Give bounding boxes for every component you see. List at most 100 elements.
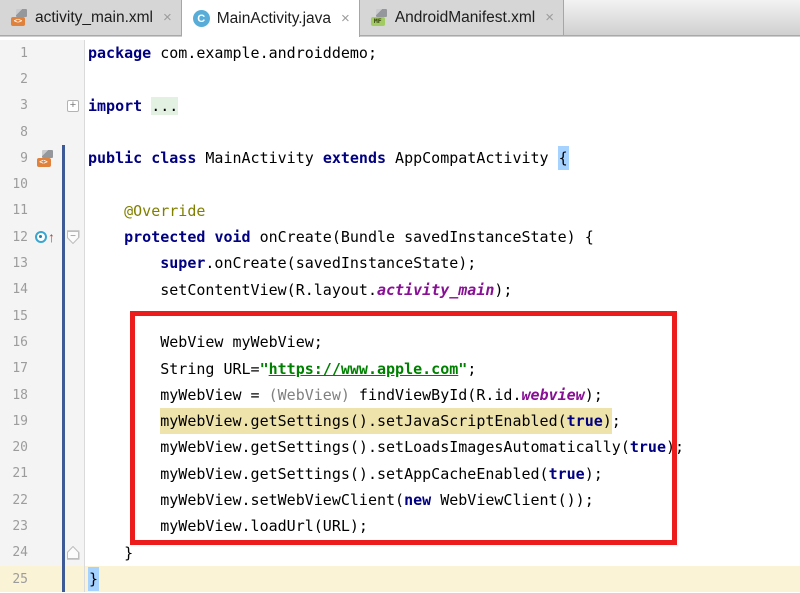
gutter: 1 bbox=[0, 40, 84, 67]
gutter-icon-slot: ↑ bbox=[28, 224, 62, 250]
fold-collapse-icon[interactable]: − bbox=[66, 230, 80, 245]
code-line-21: 21 myWebView.getSettings().setAppCacheEn… bbox=[0, 460, 800, 488]
code-line-18: 18 myWebView = (WebView) findViewById(R.… bbox=[0, 381, 800, 409]
vcs-modified-bar bbox=[62, 145, 65, 593]
line-number: 13 bbox=[12, 256, 28, 272]
fold-end-icon[interactable] bbox=[66, 545, 80, 560]
gutter: 18 bbox=[0, 381, 84, 409]
tab-label: activity_main.xml bbox=[35, 8, 153, 26]
code-text[interactable]: WebView myWebView; bbox=[84, 329, 323, 355]
code-text[interactable]: myWebView = (WebView) findViewById(R.id.… bbox=[84, 382, 603, 408]
code-segment: public bbox=[88, 149, 143, 168]
code-segment: protected bbox=[124, 228, 206, 247]
code-text[interactable]: package com.example.androiddemo; bbox=[84, 40, 377, 66]
gutter-icon-slot: <> bbox=[28, 145, 62, 171]
gutter: 14 bbox=[0, 276, 84, 303]
code-segment: myWebView.loadUrl(URL); bbox=[160, 517, 368, 536]
code-text[interactable]: super.onCreate(savedInstanceState); bbox=[84, 250, 476, 276]
gutter-icon-slot bbox=[28, 487, 62, 513]
code-segment: ); bbox=[584, 464, 603, 483]
fold-slot: + bbox=[62, 99, 84, 112]
code-segment: ); bbox=[584, 385, 603, 404]
code-segment: ); bbox=[665, 438, 685, 457]
java-class-icon: C bbox=[192, 10, 210, 27]
overriding-method-icon[interactable] bbox=[35, 231, 47, 244]
tab-androidmanifest-xml[interactable]: MF AndroidManifest.xml × bbox=[359, 0, 564, 36]
gutter-icon-slot bbox=[28, 356, 62, 382]
gutter: 3 + bbox=[0, 92, 84, 119]
code-text[interactable]: @Override bbox=[84, 198, 205, 224]
code-segment: activity_main bbox=[377, 280, 495, 299]
gutter: 21 bbox=[0, 460, 84, 488]
code-segment: myWebView.setWebViewClient( bbox=[160, 491, 405, 510]
code-line-11: 11 @Override bbox=[0, 197, 800, 225]
gutter: 25 bbox=[0, 566, 84, 592]
code-line-10: 10 bbox=[0, 171, 800, 198]
code-segment: extends bbox=[322, 149, 387, 168]
code-line-9: 9 <> public class MainActivity extends App… bbox=[0, 145, 800, 172]
tab-mainactivity-java[interactable]: C MainActivity.java × bbox=[181, 0, 360, 37]
code-segment: import bbox=[88, 96, 143, 115]
code-text[interactable]: } bbox=[84, 566, 100, 592]
line-number: 2 bbox=[20, 71, 28, 87]
close-icon[interactable]: × bbox=[545, 9, 554, 26]
code-segment: ; bbox=[467, 359, 477, 378]
code-editor[interactable]: 1 package com.example.androiddemo; 2 3 + impo… bbox=[0, 37, 800, 593]
gutter-icon-slot bbox=[28, 66, 62, 92]
gutter: 16 bbox=[0, 329, 84, 356]
gutter: 2 bbox=[0, 66, 84, 93]
gutter: 8 bbox=[0, 118, 84, 146]
line-number: 10 bbox=[12, 177, 28, 193]
code-text[interactable]: setContentView(R.layout.activity_main); bbox=[84, 277, 512, 303]
code-segment: ) bbox=[602, 408, 612, 435]
line-number: 20 bbox=[12, 440, 28, 456]
code-text[interactable]: myWebView.getSettings().setAppCacheEnabl… bbox=[84, 461, 603, 487]
code-line-17: 17 String URL="https://www.apple.com"; bbox=[0, 355, 800, 382]
gutter: 15 bbox=[0, 302, 84, 330]
code-line-12: 12 ↑ − protected void onCreate(Bundle save… bbox=[0, 224, 800, 251]
code-line-13: 13 super.onCreate(savedInstanceState); bbox=[0, 250, 800, 277]
gutter-icon-slot bbox=[28, 461, 62, 487]
gutter-icon-slot bbox=[28, 277, 62, 303]
code-text[interactable]: myWebView.loadUrl(URL); bbox=[84, 513, 368, 539]
code-text[interactable]: myWebView.getSettings().setLoadsImagesAu… bbox=[84, 434, 684, 460]
tab-activity-main-xml[interactable]: <> activity_main.xml × bbox=[0, 0, 182, 36]
code-text[interactable]: myWebView.getSettings().setJavaScriptEna… bbox=[84, 408, 621, 435]
gutter: 12 ↑ − bbox=[0, 224, 84, 251]
code-segment: super bbox=[160, 254, 206, 273]
close-icon[interactable]: × bbox=[163, 9, 172, 26]
code-line-23: 23 myWebView.loadUrl(URL); bbox=[0, 513, 800, 540]
fold-expand-icon[interactable]: + bbox=[67, 99, 79, 112]
gutter-icon-slot bbox=[28, 382, 62, 408]
gutter-icon-slot bbox=[28, 250, 62, 276]
gutter: 19 bbox=[0, 408, 84, 435]
line-number: 21 bbox=[12, 466, 28, 482]
code-segment: @Override bbox=[124, 201, 206, 220]
code-segment: myWebView = bbox=[160, 385, 269, 404]
related-layout-file-icon[interactable]: <> bbox=[36, 149, 54, 167]
code-text[interactable]: String URL="https://www.apple.com"; bbox=[84, 356, 476, 382]
gutter-icon-slot bbox=[28, 566, 62, 592]
code-line-19: 19 myWebView.getSettings().setJavaScript… bbox=[0, 408, 800, 435]
code-line-22: 22 myWebView.setWebViewClient(new WebVie… bbox=[0, 487, 800, 514]
gutter: 24 bbox=[0, 539, 84, 566]
code-segment: MainActivity bbox=[196, 149, 323, 168]
line-number: 19 bbox=[12, 413, 28, 429]
code-segment: AppCompatActivity bbox=[386, 149, 558, 168]
gutter-icon-slot bbox=[28, 329, 62, 355]
line-number: 12 bbox=[12, 229, 28, 245]
code-line-24: 24 } bbox=[0, 539, 800, 566]
code-segment: https://www.apple.com bbox=[268, 359, 459, 378]
code-segment: com.example.androiddemo; bbox=[151, 44, 377, 62]
code-text[interactable]: myWebView.setWebViewClient(new WebViewCl… bbox=[84, 487, 594, 513]
code-text[interactable]: } bbox=[84, 540, 133, 566]
code-text[interactable]: import ... bbox=[84, 93, 179, 119]
code-text[interactable]: public class MainActivity extends AppCom… bbox=[84, 145, 569, 171]
editor-tab-bar: <> activity_main.xml × C MainActivity.ja… bbox=[0, 0, 800, 37]
gutter: 9 <> bbox=[0, 145, 84, 172]
close-icon[interactable]: × bbox=[341, 10, 350, 27]
code-segment: package bbox=[88, 44, 152, 62]
code-segment: " bbox=[458, 359, 468, 378]
code-text[interactable]: protected void onCreate(Bundle savedInst… bbox=[84, 224, 594, 250]
